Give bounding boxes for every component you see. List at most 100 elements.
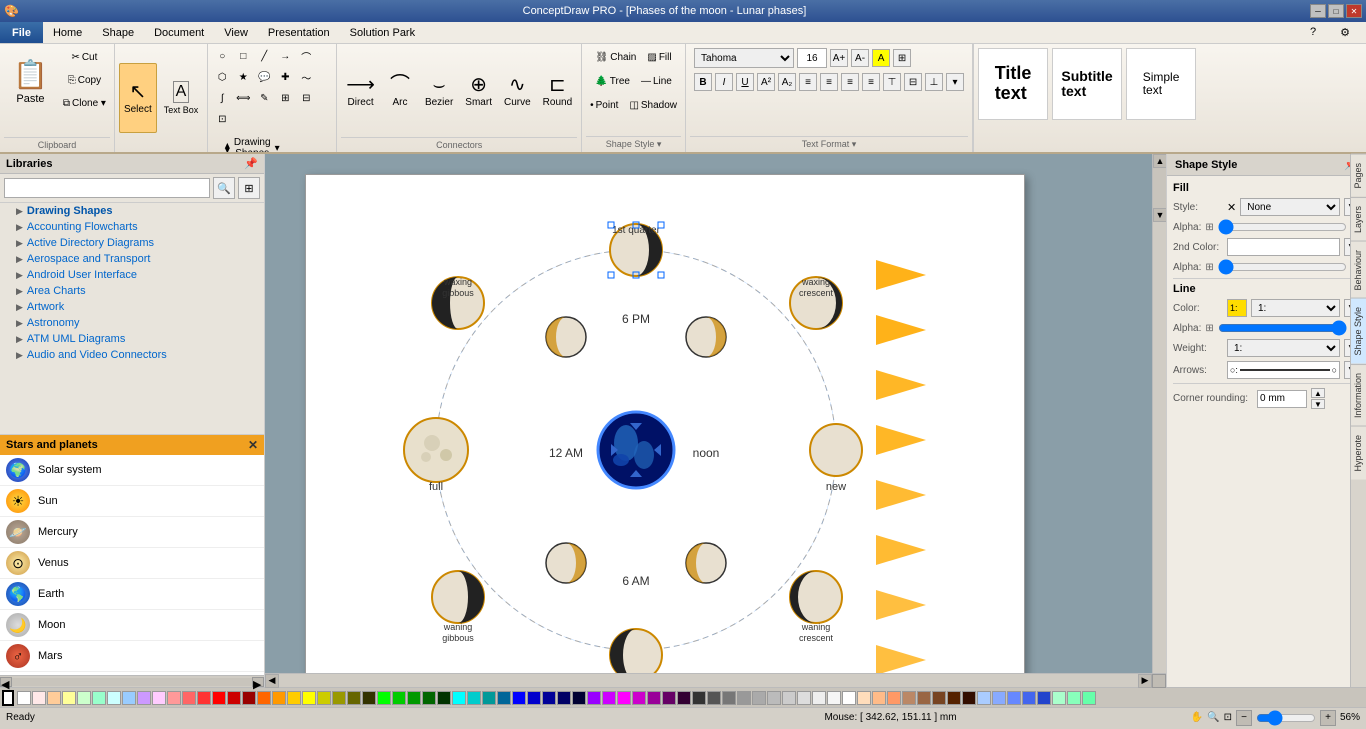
vtab-behaviour[interactable]: Behaviour [1351,241,1366,299]
palette-color[interactable] [842,691,856,705]
palette-color[interactable] [47,691,61,705]
lib-scroll-left[interactable]: ◀ [0,677,12,687]
palette-color[interactable] [272,691,286,705]
palette-color[interactable] [1067,691,1081,705]
poly-tool[interactable]: ⬡ [212,67,232,87]
palette-color-magenta[interactable] [617,691,631,705]
more-format-btn[interactable]: ▾ [946,73,964,91]
point-btn[interactable]: • Point [586,94,622,116]
zoom-out-btn[interactable]: − [1236,710,1252,726]
arrows-preview[interactable]: ○: ○ [1227,361,1340,379]
palette-color[interactable] [182,691,196,705]
corner-up-btn[interactable]: ▲ [1311,388,1325,398]
no-color-btn[interactable] [2,690,14,706]
palette-color[interactable] [902,691,916,705]
palette-color[interactable] [752,691,766,705]
fill-alpha-slider[interactable] [1218,221,1347,233]
subscript-btn[interactable]: A₂ [778,73,796,91]
palette-color[interactable] [587,691,601,705]
canvas-hscroll[interactable]: ◀ ▶ [265,673,1166,687]
corner-down-btn[interactable]: ▼ [1311,399,1325,409]
cut-button[interactable]: ✂ Cut [59,46,110,68]
dbl-arrow-tool[interactable]: ⟺ [233,88,253,108]
line-color-select[interactable]: 1: [1251,299,1340,317]
view-toggle-btn[interactable]: ⊞ [238,177,260,199]
paste-button[interactable]: 📋 Paste [4,46,57,116]
title-text-btn[interactable]: Titletext [978,48,1048,120]
palette-color[interactable] [647,691,661,705]
palette-color[interactable] [797,691,811,705]
palette-color[interactable] [407,691,421,705]
star-tool[interactable]: ★ [233,67,253,87]
palette-color[interactable] [197,691,211,705]
solution-park-menu[interactable]: Solution Park [340,22,425,43]
palette-color[interactable] [677,691,691,705]
shape-menu[interactable]: Shape [92,22,144,43]
more-font-btn[interactable]: ⊞ [893,49,911,67]
palette-color[interactable] [227,691,241,705]
simple-text-btn[interactable]: Simpletext [1126,48,1196,120]
lib-item-drawing-shapes[interactable]: ▶ Drawing Shapes [0,203,264,219]
palette-color-cyan[interactable] [452,691,466,705]
drawing-shapes-button[interactable]: ⧫ DrawingShapes ▾ [212,133,292,154]
close-btn[interactable]: ✕ [1346,4,1362,18]
palette-color[interactable] [962,691,976,705]
align-center-btn[interactable]: ≡ [820,73,838,91]
minimize-btn[interactable]: ─ [1310,4,1326,18]
palette-color[interactable] [1007,691,1021,705]
valign-top-btn[interactable]: ⊤ [883,73,901,91]
lib-item-atm-uml[interactable]: ▶ ATM UML Diagrams [0,331,264,347]
palette-color[interactable] [257,691,271,705]
palette-color[interactable] [62,691,76,705]
palette-color[interactable] [542,691,556,705]
vscroll-down-btn[interactable]: ▼ [1153,208,1167,222]
free-tool[interactable]: ✎ [254,88,274,108]
select-button[interactable]: ↖ Select [119,63,157,133]
direct-connector-btn[interactable]: ⟶ Direct [341,57,380,127]
tree-btn[interactable]: 🌲 Tree [591,70,634,92]
view-menu[interactable]: View [214,22,258,43]
palette-color[interactable] [437,691,451,705]
document-menu[interactable]: Document [144,22,214,43]
canvas-vscroll[interactable]: ▲ ▼ [1152,154,1166,673]
line-btn[interactable]: — Line [637,70,676,92]
palette-color[interactable] [812,691,826,705]
zoom-in-btn[interactable]: + [1320,710,1336,726]
fill-style-select[interactable]: None [1240,198,1340,216]
palette-color[interactable] [107,691,121,705]
palette-color[interactable] [482,691,496,705]
palette-color[interactable] [947,691,961,705]
help-btn[interactable]: ? [1300,24,1326,40]
line-tool[interactable]: ╱ [254,46,274,66]
palette-color[interactable] [872,691,886,705]
palette-color[interactable] [887,691,901,705]
palette-color[interactable] [122,691,136,705]
vtab-layers[interactable]: Layers [1351,197,1366,241]
mercury-item[interactable]: 🪐 Mercury [0,517,264,548]
arc-connector-btn[interactable]: ⌒ Arc [382,57,418,127]
font-size-increase-btn[interactable]: A+ [830,49,848,67]
palette-color-green[interactable] [377,691,391,705]
presentation-menu[interactable]: Presentation [258,22,340,43]
palette-color[interactable] [167,691,181,705]
arc-tool[interactable]: ⌒ [296,46,316,66]
lib-item-astronomy[interactable]: ▶ Astronomy [0,315,264,331]
lib-item-accounting[interactable]: ▶ Accounting Flowcharts [0,219,264,235]
palette-color[interactable] [1022,691,1036,705]
vscroll-up-btn[interactable]: ▲ [1153,154,1167,168]
lib-item-aerospace[interactable]: ▶ Aerospace and Transport [0,251,264,267]
vtab-hyperote[interactable]: Hyperote [1351,426,1366,480]
rect-tool[interactable]: □ [233,46,253,66]
palette-color[interactable] [692,691,706,705]
round-connector-btn[interactable]: ⊏ Round [538,57,577,127]
settings-btn[interactable]: ⚙ [1330,24,1360,41]
palette-color[interactable] [782,691,796,705]
palette-color[interactable] [32,691,46,705]
lib-item-area-charts[interactable]: ▶ Area Charts [0,283,264,299]
second-alpha-slider[interactable] [1218,261,1347,273]
vscroll-thumb[interactable] [1153,168,1166,208]
wave-tool[interactable]: 〜 [296,67,316,87]
lib-item-artwork[interactable]: ▶ Artwork [0,299,264,315]
curve-tool[interactable]: ∫ [212,88,232,108]
line-color-preview[interactable]: 1: [1227,299,1247,317]
